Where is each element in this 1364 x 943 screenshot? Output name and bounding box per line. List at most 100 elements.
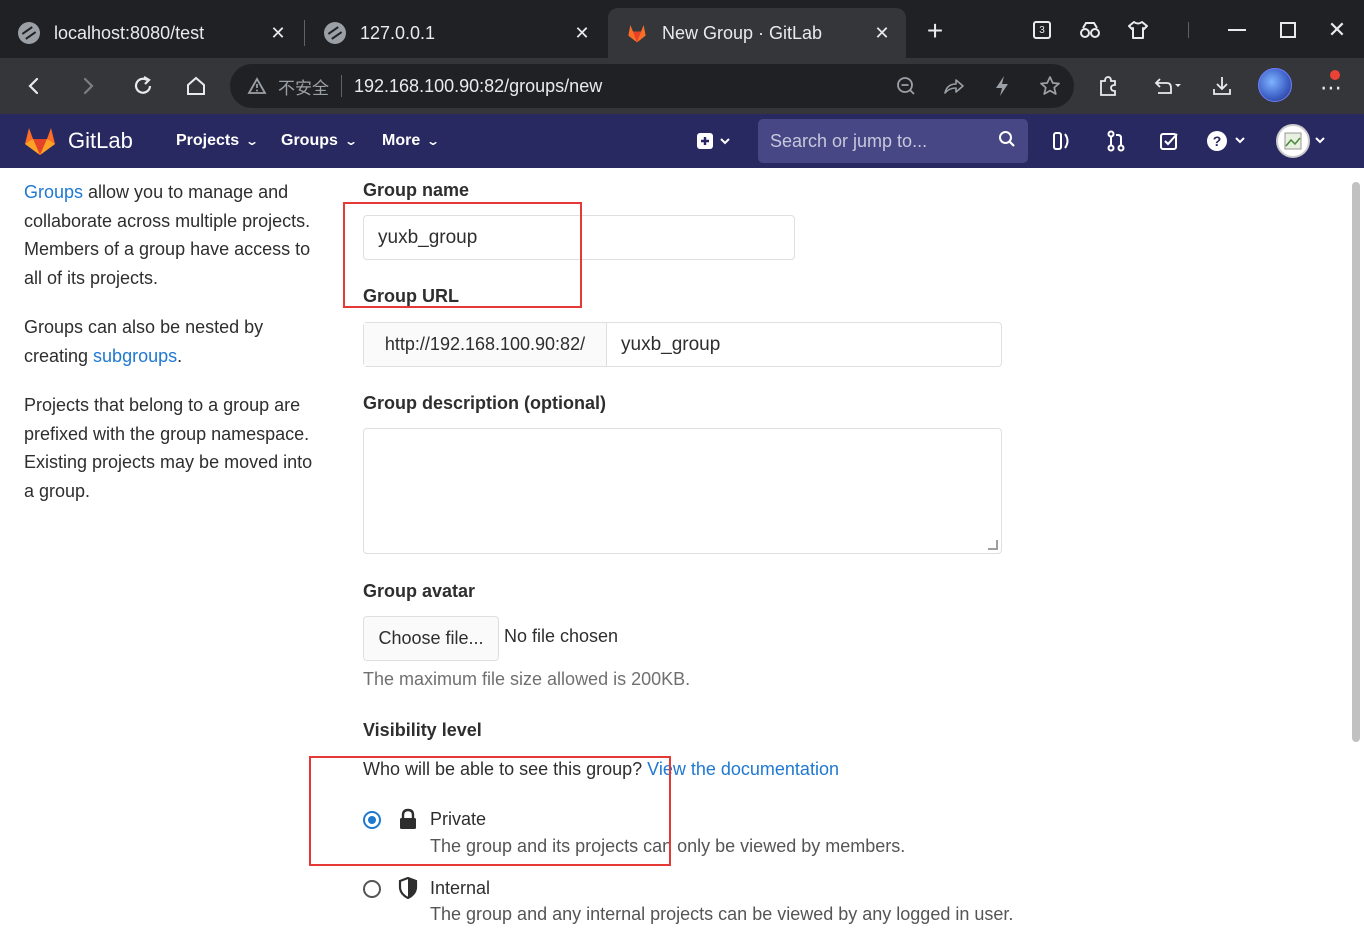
- nav-groups-dropdown[interactable]: Groups ⌄: [281, 114, 358, 168]
- tab-count-button[interactable]: 3: [1026, 14, 1058, 46]
- gitlab-header: GitLab Projects ⌄ Groups ⌄ More ⌄ Search or…: [0, 114, 1364, 168]
- gitlab-brand[interactable]: GitLab: [68, 114, 133, 168]
- file-status-text: No file chosen: [504, 626, 619, 646]
- minimize-button[interactable]: [1213, 12, 1261, 48]
- home-button[interactable]: [180, 70, 212, 102]
- resize-handle-icon[interactable]: [988, 540, 998, 550]
- minimize-icon: [1228, 29, 1246, 31]
- gitlab-favicon-icon: [626, 22, 648, 44]
- tab-count-icon: 3: [1033, 21, 1051, 39]
- search-input[interactable]: Search or jump to...: [758, 119, 1028, 163]
- page-content: Groups allow you to manage and collabora…: [0, 168, 1364, 943]
- internal-option-title: Internal: [430, 878, 491, 898]
- insecure-label[interactable]: 不安全: [278, 74, 329, 99]
- downloads-button[interactable]: [1206, 70, 1238, 102]
- issues-button[interactable]: [1046, 126, 1078, 156]
- nav-projects-dropdown[interactable]: Projects ⌄: [176, 114, 259, 168]
- omnibox-separator: [341, 75, 342, 97]
- tab-separator: [304, 20, 305, 46]
- subgroups-link[interactable]: subgroups: [93, 346, 177, 366]
- private-radio[interactable]: [363, 811, 381, 829]
- scrollbar[interactable]: [1352, 182, 1360, 742]
- info-text: .: [177, 345, 183, 366]
- new-tab-button[interactable]: +: [922, 16, 948, 46]
- forward-button[interactable]: [72, 70, 104, 102]
- reload-icon: [134, 76, 152, 94]
- browser-tab-new-group[interactable]: New Group · GitLab ✕: [608, 8, 906, 58]
- tab-label: localhost:8080/test: [54, 22, 205, 43]
- maximize-icon: [1280, 22, 1296, 38]
- back-arrow-icon: [28, 77, 39, 95]
- address-bar[interactable]: 不安全 192.168.100.90:82/groups/new: [230, 64, 1074, 108]
- tab-close-icon[interactable]: ✕: [872, 23, 892, 44]
- chevron-down-icon: [1315, 137, 1325, 144]
- bookmark-star-icon[interactable]: [1026, 70, 1074, 102]
- view-documentation-link[interactable]: View the documentation: [647, 759, 839, 779]
- nav-groups-label: Groups: [281, 132, 338, 149]
- visibility-question-text: Who will be able to see this group?: [363, 759, 648, 779]
- gitlab-logo-icon[interactable]: [24, 126, 56, 156]
- notification-dot: [1330, 70, 1340, 80]
- todos-button[interactable]: [1153, 126, 1185, 156]
- nav-more-dropdown[interactable]: More ⌄: [382, 114, 441, 168]
- user-avatar[interactable]: [1276, 124, 1310, 158]
- group-path-input[interactable]: yuxb_group: [607, 323, 1001, 366]
- groups-link[interactable]: Groups: [24, 182, 83, 202]
- group-name-label: Group name: [363, 180, 470, 200]
- internal-option-description: The group and any internal projects can …: [430, 904, 1014, 924]
- file-size-hint: The maximum file size allowed is 200KB.: [363, 669, 691, 689]
- private-option-description: The group and its projects can only be v…: [430, 836, 906, 856]
- maximize-button[interactable]: [1264, 12, 1312, 48]
- new-item-dropdown[interactable]: [692, 126, 736, 156]
- merge-requests-button[interactable]: [1100, 126, 1132, 156]
- tab-close-icon[interactable]: ✕: [572, 23, 592, 44]
- extensions-button[interactable]: [1092, 70, 1124, 102]
- share-icon[interactable]: [930, 70, 978, 102]
- download-icon: [1213, 77, 1231, 95]
- search-icon: [998, 130, 1016, 153]
- profile-avatar[interactable]: [1258, 68, 1292, 102]
- group-description-label: Group description (optional): [363, 393, 606, 413]
- browser-tab-localhost[interactable]: localhost:8080/test ✕: [0, 8, 302, 58]
- internal-radio[interactable]: [363, 880, 381, 898]
- group-description-textarea[interactable]: [363, 428, 1002, 554]
- group-url-field: http://192.168.100.90:82/ yuxb_group: [363, 322, 1002, 367]
- url-text[interactable]: 192.168.100.90:82/groups/new: [354, 76, 882, 97]
- chevron-down-icon: ⌄: [343, 134, 358, 148]
- browser-toolbar: 不安全 192.168.100.90:82/groups/new ⋯: [0, 58, 1364, 114]
- user-dropdown-chevron[interactable]: [1314, 133, 1326, 151]
- group-avatar-label: Group avatar: [363, 581, 476, 601]
- info-paragraph: Groups can also be nested by creating su…: [24, 313, 324, 370]
- info-paragraph: Projects that belong to a group are pref…: [24, 395, 313, 501]
- close-window-button[interactable]: ✕: [1313, 12, 1361, 48]
- shirt-icon: [1122, 14, 1154, 46]
- shirt-button[interactable]: [1122, 14, 1154, 46]
- warning-triangle-icon: [246, 75, 268, 97]
- forward-arrow-icon: [83, 77, 94, 95]
- toolbar-separator: [1188, 22, 1189, 38]
- reading-mode-button[interactable]: [1074, 14, 1106, 46]
- browser-tab-127[interactable]: 127.0.0.1 ✕: [306, 8, 606, 58]
- help-dropdown[interactable]: ?: [1204, 126, 1250, 156]
- reload-button[interactable]: [127, 70, 159, 102]
- lightning-icon[interactable]: [978, 70, 1026, 102]
- nav-projects-label: Projects: [176, 132, 240, 149]
- chevron-down-icon: ⌄: [426, 134, 441, 148]
- visibility-question: Who will be able to see this group? View…: [363, 759, 839, 780]
- tab-close-icon[interactable]: ✕: [268, 23, 288, 44]
- visibility-level-label: Visibility level: [363, 720, 482, 740]
- group-name-input[interactable]: yuxb_group: [363, 215, 795, 260]
- tab-label: New Group · GitLab: [662, 22, 823, 43]
- group-url-prefix: http://192.168.100.90:82/: [364, 323, 607, 366]
- undo-dropdown-button[interactable]: [1146, 70, 1188, 102]
- group-url-label: Group URL: [363, 286, 459, 306]
- back-button[interactable]: [18, 70, 50, 102]
- choose-file-button[interactable]: Choose file...: [363, 616, 499, 661]
- site-favicon-icon: [18, 22, 40, 44]
- search-placeholder: Search or jump to...: [770, 130, 928, 151]
- todo-check-icon: [1160, 133, 1178, 150]
- site-favicon-icon: [324, 22, 346, 44]
- zoom-out-icon[interactable]: [882, 70, 930, 102]
- nav-more-label: More: [382, 132, 421, 149]
- help-icon: ?: [1207, 131, 1245, 151]
